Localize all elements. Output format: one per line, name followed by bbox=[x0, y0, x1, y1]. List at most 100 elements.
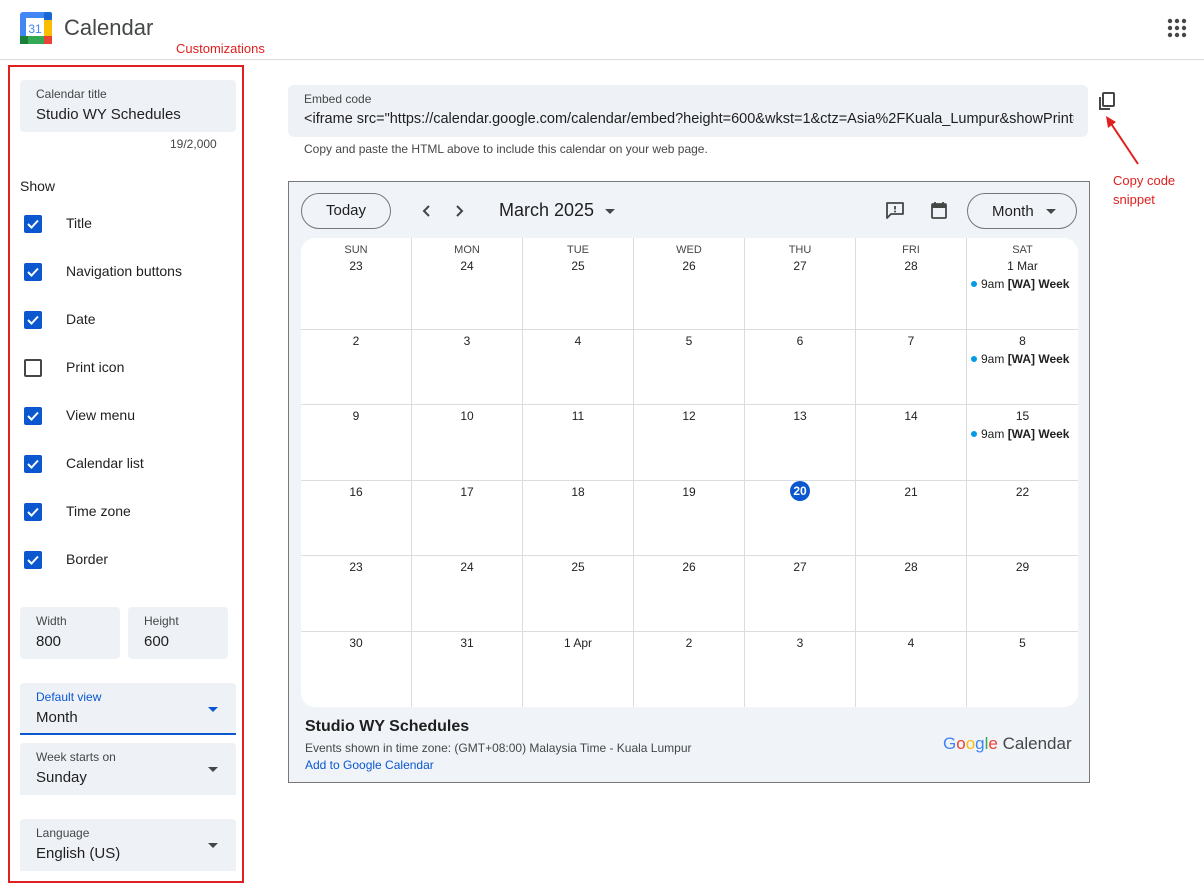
height-field[interactable]: Height 600 bbox=[128, 607, 228, 659]
day-number[interactable]: 1 Apr bbox=[523, 636, 633, 650]
view-menu-button[interactable]: Month bbox=[967, 193, 1077, 229]
day-number[interactable]: 31 bbox=[412, 636, 522, 650]
calendar-title-field[interactable]: Calendar title Studio WY Schedules bbox=[20, 80, 236, 132]
day-cell[interactable]: 13 bbox=[745, 405, 856, 481]
day-number[interactable]: 16 bbox=[301, 485, 411, 499]
option-calendar-list[interactable]: Calendar list bbox=[24, 452, 234, 476]
day-cell[interactable]: 18 bbox=[523, 481, 634, 556]
today-date[interactable]: 20 bbox=[790, 481, 810, 501]
day-number[interactable]: 23 bbox=[301, 560, 411, 574]
day-cell[interactable]: 3 bbox=[412, 330, 523, 405]
day-cell[interactable]: 28 bbox=[856, 556, 967, 632]
day-number[interactable]: 17 bbox=[412, 485, 522, 499]
day-number[interactable]: 24 bbox=[412, 259, 522, 273]
day-cell[interactable]: WED 26 bbox=[634, 238, 745, 330]
day-number[interactable]: 27 bbox=[745, 560, 855, 574]
day-cell[interactable]: 17 bbox=[412, 481, 523, 556]
day-number[interactable]: 11 bbox=[523, 409, 633, 423]
checkbox[interactable] bbox=[24, 263, 42, 281]
embed-code-field[interactable]: Embed code <iframe src="https://calendar… bbox=[288, 85, 1088, 137]
day-number[interactable]: 2 bbox=[634, 636, 744, 650]
event-chip[interactable]: 9am [WA] Week bbox=[971, 427, 1070, 441]
day-number[interactable]: 4 bbox=[523, 334, 633, 348]
event-chip[interactable]: 9am [WA] Week bbox=[971, 277, 1070, 291]
day-number[interactable]: 7 bbox=[856, 334, 966, 348]
embed-code-value[interactable]: <iframe src="https://calendar.google.com… bbox=[304, 111, 1074, 127]
option-print-icon[interactable]: Print icon bbox=[24, 356, 234, 380]
week-start-select[interactable]: Week starts on Sunday bbox=[20, 743, 236, 795]
day-number[interactable]: 6 bbox=[745, 334, 855, 348]
checkbox[interactable] bbox=[24, 311, 42, 329]
day-number[interactable]: 8 bbox=[967, 334, 1078, 348]
day-cell[interactable]: 9 bbox=[301, 405, 412, 481]
day-number[interactable]: 15 bbox=[967, 409, 1078, 423]
day-number[interactable]: 22 bbox=[967, 485, 1078, 499]
day-number[interactable]: 1 Mar bbox=[967, 259, 1078, 273]
width-value[interactable]: 800 bbox=[36, 633, 61, 650]
checkbox[interactable] bbox=[24, 359, 42, 377]
day-cell[interactable]: 15 9am [WA] Week bbox=[967, 405, 1078, 481]
day-number[interactable]: 26 bbox=[634, 259, 744, 273]
option-border[interactable]: Border bbox=[24, 548, 234, 572]
day-cell[interactable]: SAT 1 Mar 9am [WA] Week bbox=[967, 238, 1078, 330]
day-number[interactable]: 30 bbox=[301, 636, 411, 650]
day-number[interactable]: 26 bbox=[634, 560, 744, 574]
chevron-right-icon[interactable] bbox=[449, 201, 469, 221]
checkbox[interactable] bbox=[24, 551, 42, 569]
day-cell[interactable]: 30 bbox=[301, 632, 412, 707]
add-to-google-calendar-link[interactable]: Add to Google Calendar bbox=[305, 758, 434, 772]
day-number[interactable]: 13 bbox=[745, 409, 855, 423]
calendar-title-value[interactable]: Studio WY Schedules bbox=[36, 106, 181, 123]
day-cell[interactable]: 31 bbox=[412, 632, 523, 707]
day-cell[interactable]: 11 bbox=[523, 405, 634, 481]
day-cell[interactable]: 14 bbox=[856, 405, 967, 481]
language-select[interactable]: Language English (US) bbox=[20, 819, 236, 871]
day-number[interactable]: 25 bbox=[523, 560, 633, 574]
day-number[interactable]: 24 bbox=[412, 560, 522, 574]
day-cell[interactable]: 21 bbox=[856, 481, 967, 556]
day-cell[interactable]: 25 bbox=[523, 556, 634, 632]
day-cell[interactable]: 4 bbox=[523, 330, 634, 405]
width-field[interactable]: Width 800 bbox=[20, 607, 120, 659]
day-cell[interactable]: 22 bbox=[967, 481, 1078, 556]
day-cell[interactable]: MON 24 bbox=[412, 238, 523, 330]
day-cell[interactable]: 2 bbox=[301, 330, 412, 405]
day-number[interactable]: 14 bbox=[856, 409, 966, 423]
day-cell[interactable]: TUE 25 bbox=[523, 238, 634, 330]
day-cell[interactable]: FRI 28 bbox=[856, 238, 967, 330]
day-number[interactable]: 29 bbox=[967, 560, 1078, 574]
day-number[interactable]: 3 bbox=[745, 636, 855, 650]
day-cell[interactable]: 1 Apr bbox=[523, 632, 634, 707]
option-date[interactable]: Date bbox=[24, 308, 234, 332]
caret-down-icon[interactable] bbox=[605, 209, 615, 214]
day-cell[interactable]: 6 bbox=[745, 330, 856, 405]
day-cell[interactable]: 7 bbox=[856, 330, 967, 405]
day-cell[interactable]: 4 bbox=[856, 632, 967, 707]
checkbox[interactable] bbox=[24, 407, 42, 425]
day-cell[interactable]: 5 bbox=[634, 330, 745, 405]
apps-grid-icon[interactable] bbox=[1166, 17, 1188, 39]
calendar-picker-icon[interactable] bbox=[929, 200, 949, 220]
day-number[interactable]: 28 bbox=[856, 259, 966, 273]
day-number[interactable]: 27 bbox=[745, 259, 855, 273]
day-cell[interactable]: 16 bbox=[301, 481, 412, 556]
agenda-icon[interactable] bbox=[885, 200, 905, 220]
day-cell[interactable]: 29 bbox=[967, 556, 1078, 632]
day-number[interactable]: 10 bbox=[412, 409, 522, 423]
checkbox[interactable] bbox=[24, 215, 42, 233]
day-number[interactable]: 28 bbox=[856, 560, 966, 574]
day-number[interactable]: 23 bbox=[301, 259, 411, 273]
day-cell[interactable]: 10 bbox=[412, 405, 523, 481]
day-number[interactable]: 25 bbox=[523, 259, 633, 273]
day-cell[interactable]: 2 bbox=[634, 632, 745, 707]
day-cell[interactable]: 5 bbox=[967, 632, 1078, 707]
day-number[interactable]: 9 bbox=[301, 409, 411, 423]
day-number[interactable]: 18 bbox=[523, 485, 633, 499]
day-cell[interactable]: 12 bbox=[634, 405, 745, 481]
day-cell[interactable]: SUN 23 bbox=[301, 238, 412, 330]
option-navigation-buttons[interactable]: Navigation buttons bbox=[24, 260, 234, 284]
checkbox[interactable] bbox=[24, 455, 42, 473]
day-cell[interactable]: 8 9am [WA] Week bbox=[967, 330, 1078, 405]
height-value[interactable]: 600 bbox=[144, 633, 169, 650]
day-cell[interactable]: 27 bbox=[745, 556, 856, 632]
